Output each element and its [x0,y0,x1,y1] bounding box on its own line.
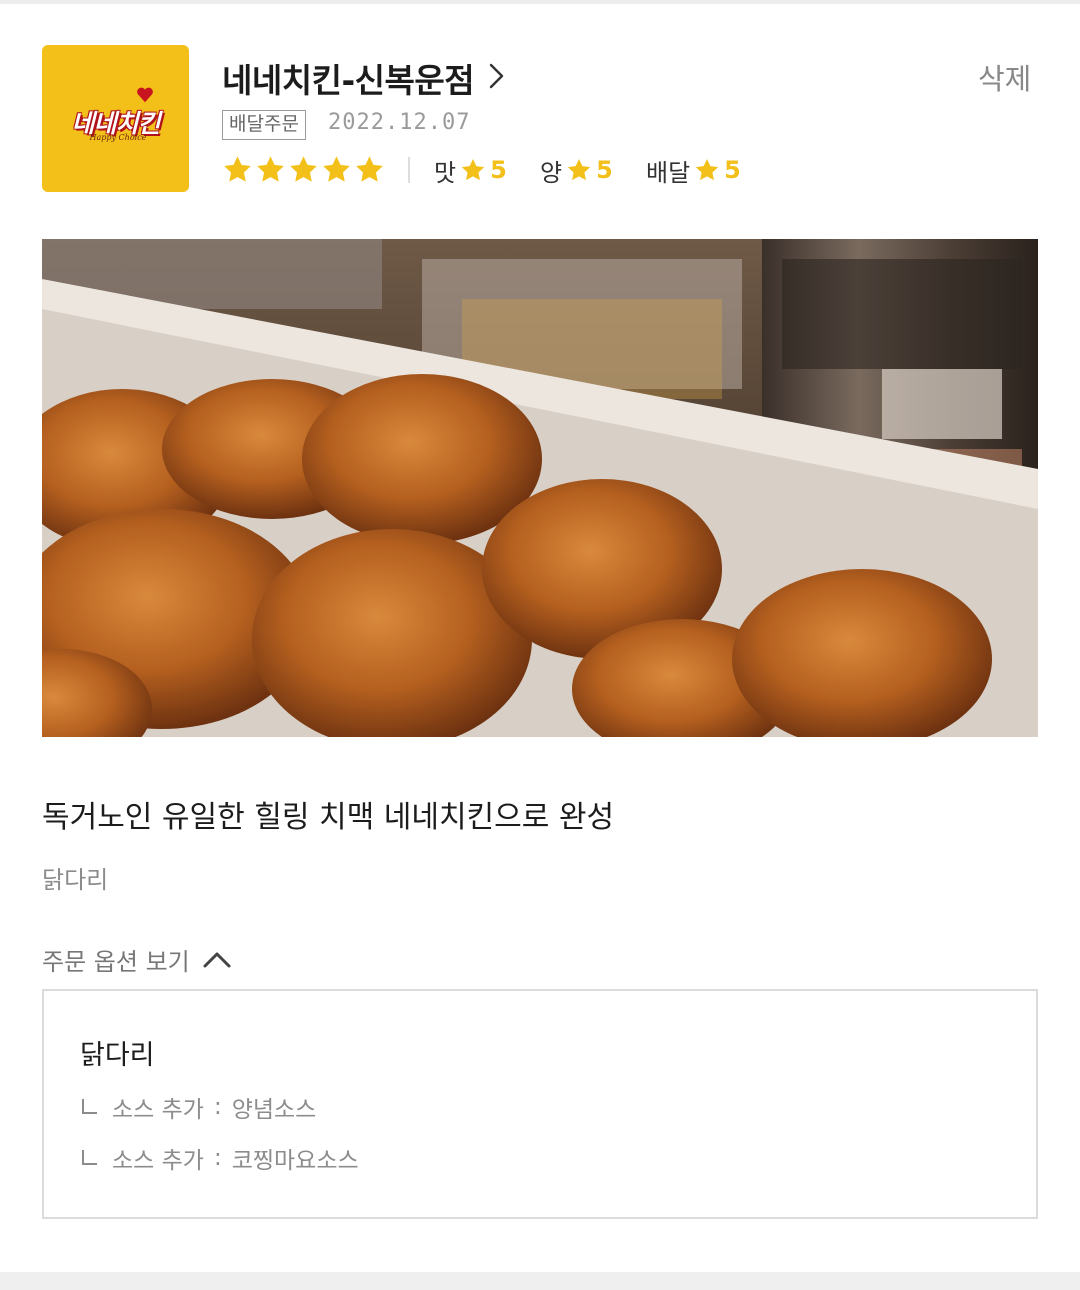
logo-subtext: Happy Choice [89,132,147,142]
option-item-name: 닭다리 [80,1040,155,1071]
rating-divider [408,157,410,183]
fried-chicken-photo [42,239,1038,737]
top-divider [0,0,1080,4]
star-icon [224,156,251,182]
ordered-menu-name: 닭다리 [42,866,109,894]
chevron-up-icon [203,952,231,968]
heart-icon [136,87,153,102]
branch-corner-icon [82,1099,97,1114]
option-value: 양념소스 [231,1097,317,1123]
logo-mark: 네네치킨 Happy Choice [54,87,178,142]
order-options-panel: 닭다리 소스 추가 : 양념소스 소스 추가 : 코찡마요소스 [42,989,1038,1219]
amount-value: 5 [596,156,613,184]
option-line: 소스 추가 : 코찡마요소스 [80,1142,359,1174]
delivery-value: 5 [724,156,741,184]
taste-value: 5 [490,156,507,184]
delete-button[interactable]: 삭제 [978,56,1031,98]
overall-rating-stars [222,154,385,185]
amount-rating: 양 5 [540,152,613,188]
taste-rating: 맛 5 [434,152,507,188]
bottom-divider [0,1272,1080,1290]
taste-label: 맛 [434,158,457,187]
star-icon [696,158,719,181]
store-logo[interactable]: 네네치킨 Happy Choice [42,45,189,192]
store-name-link[interactable]: 네네치킨-신복운점 [222,54,475,102]
option-label: 소스 추가 [112,1148,204,1174]
star-icon [567,158,591,181]
option-separator: : [213,1094,222,1120]
amount-label: 양 [540,158,563,187]
star-icon [257,156,284,182]
option-value: 코찡마요소스 [231,1148,359,1174]
review-photo[interactable] [42,239,1038,737]
star-icon [323,156,350,182]
option-label: 소스 추가 [112,1097,204,1123]
chevron-right-icon[interactable] [486,60,508,92]
order-date: 2022.12.07 [328,110,471,135]
review-text: 독거노인 유일한 힐링 치맥 네네치킨으로 완성 [42,800,615,835]
order-type-badge: 배달주문 [222,110,306,140]
branch-corner-icon [82,1150,97,1165]
star-icon [356,156,383,182]
delivery-label: 배달 [646,158,691,187]
star-icon [461,158,485,181]
rating-row: 맛 5 양 5 배달 5 [222,152,782,188]
delivery-rating: 배달 5 [646,152,741,188]
order-options-toggle[interactable]: 주문 옵션 보기 [42,942,232,976]
option-separator: : [213,1145,222,1171]
star-icon [290,156,317,182]
option-line: 소스 추가 : 양념소스 [80,1091,316,1123]
order-options-label: 주문 옵션 보기 [42,947,190,976]
